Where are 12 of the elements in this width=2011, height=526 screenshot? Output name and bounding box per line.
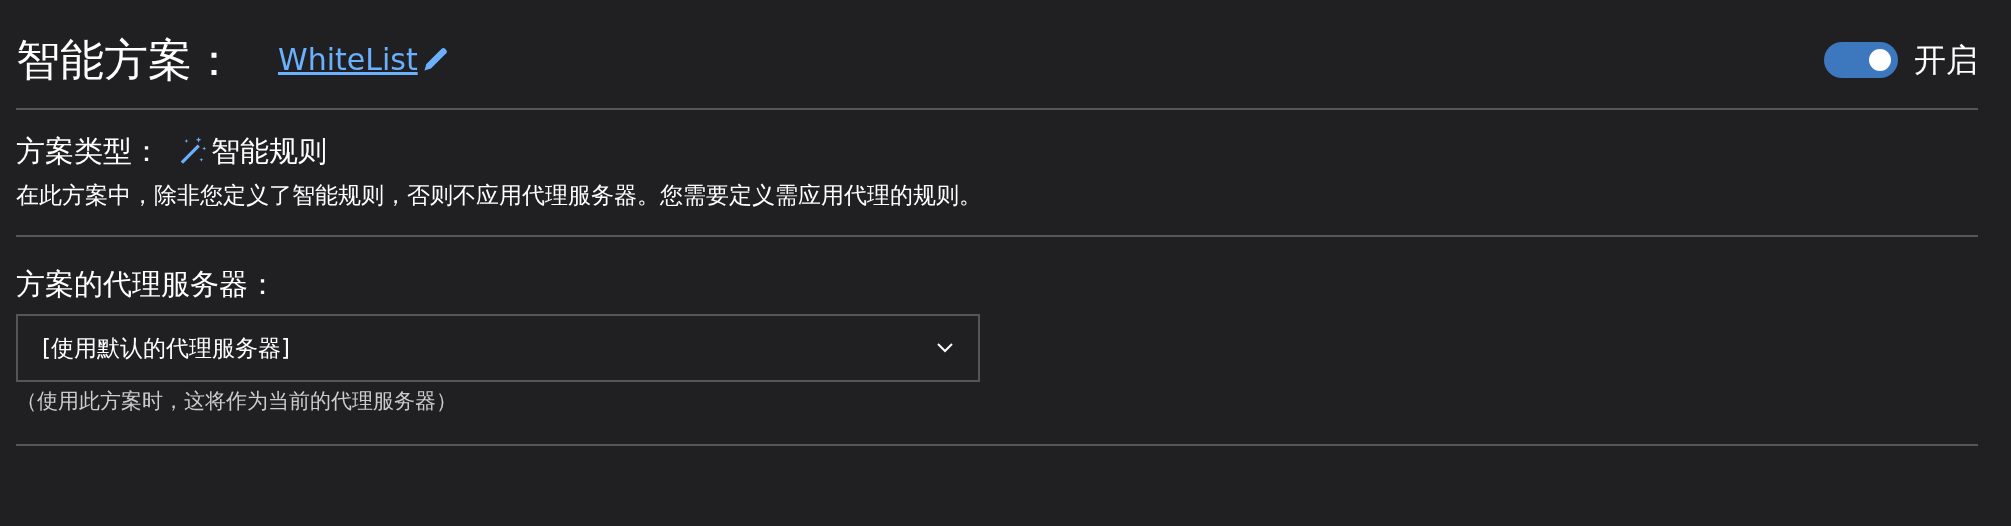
profile-name-link[interactable]: WhiteList: [278, 37, 448, 83]
toggle-label: 开启: [1914, 40, 1978, 81]
chevron-down-icon: [936, 342, 954, 354]
page-title: 智能方案：: [16, 33, 236, 87]
type-value: 智能规则: [211, 133, 327, 171]
type-label: 方案类型：: [16, 133, 161, 171]
enable-toggle[interactable]: [1824, 42, 1898, 78]
help-text: （使用此方案时，这将作为当前的代理服务器）: [16, 388, 458, 415]
proxy-server-select[interactable]: [使用默认的代理服务器]: [16, 314, 980, 382]
proxy-server-label: 方案的代理服务器：: [16, 265, 278, 303]
pencil-icon: [421, 47, 448, 73]
type-description: 在此方案中，除非您定义了智能规则，否则不应用代理服务器。您需要定义需应用代理的规则。: [16, 181, 983, 210]
